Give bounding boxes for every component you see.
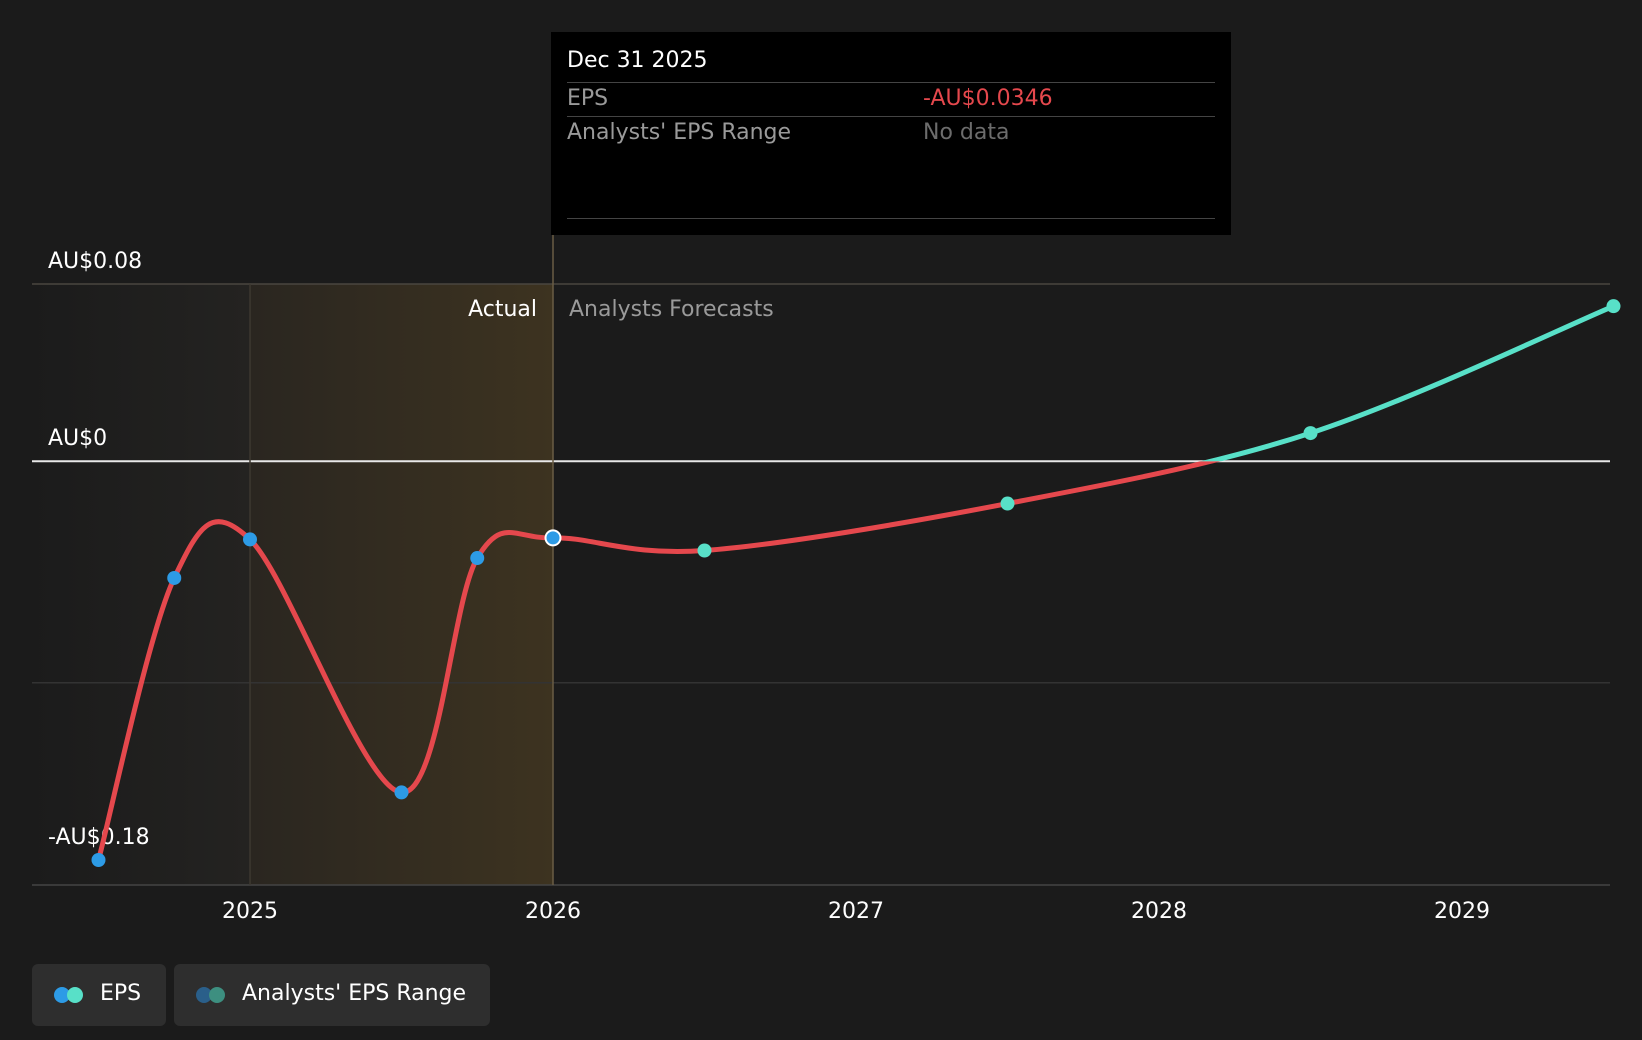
legend-label-eps-range: Analysts' EPS Range [242, 981, 467, 1006]
tooltip: Dec 31 2025 EPS -AU$0.0346 Analysts' EPS… [551, 32, 1231, 235]
eps-forecast-dot-icon [67, 987, 83, 1003]
tooltip-eps-label: EPS [567, 86, 609, 111]
x-tick-label: 2027 [828, 899, 884, 924]
eps-point-forecast [1000, 496, 1015, 511]
x-tick-label: 2028 [1131, 899, 1187, 924]
tooltip-date: Dec 31 2025 [567, 48, 708, 73]
tooltip-range-label: Analysts' EPS Range [567, 120, 792, 145]
tooltip-eps-value: -AU$0.0346 [923, 86, 1053, 111]
tooltip-divider [567, 82, 1215, 83]
eps-point-actual [167, 570, 182, 585]
legend-item-eps-range[interactable]: Analysts' EPS Range [174, 964, 490, 1026]
eps-point-forecast [1303, 426, 1318, 441]
past-region-band [32, 284, 250, 885]
eps-point-forecast [1606, 299, 1621, 314]
x-tick-label: 2025 [222, 899, 278, 924]
eps-point-actual [394, 785, 409, 800]
eps-point-actual [243, 532, 257, 547]
actual-region-label: Actual [468, 297, 537, 322]
y-tick-label: -AU$0.18 [48, 825, 150, 850]
y-tick-label: AU$0 [48, 426, 107, 451]
eps-point-selected [544, 529, 562, 547]
tooltip-divider [567, 116, 1215, 117]
y-tick-label: AU$0.08 [48, 249, 142, 274]
legend-item-eps[interactable]: EPS [32, 964, 166, 1026]
tooltip-range-value: No data [923, 120, 1010, 145]
forecast-region-label: Analysts Forecasts [569, 297, 774, 322]
eps-chart: AU$0.08 AU$0 -AU$0.18 2025 2026 2027 2028 2029 A… [0, 0, 1642, 1040]
eps-point-actual [91, 853, 106, 867]
x-tick-label: 2029 [1434, 899, 1490, 924]
tooltip-divider [567, 218, 1215, 219]
eps-point-actual [470, 551, 485, 566]
range-forecast-dot-icon [209, 987, 225, 1003]
eps-point-forecast [697, 543, 712, 558]
x-tick-label: 2026 [525, 899, 581, 924]
legend-label-eps: EPS [100, 981, 142, 1006]
